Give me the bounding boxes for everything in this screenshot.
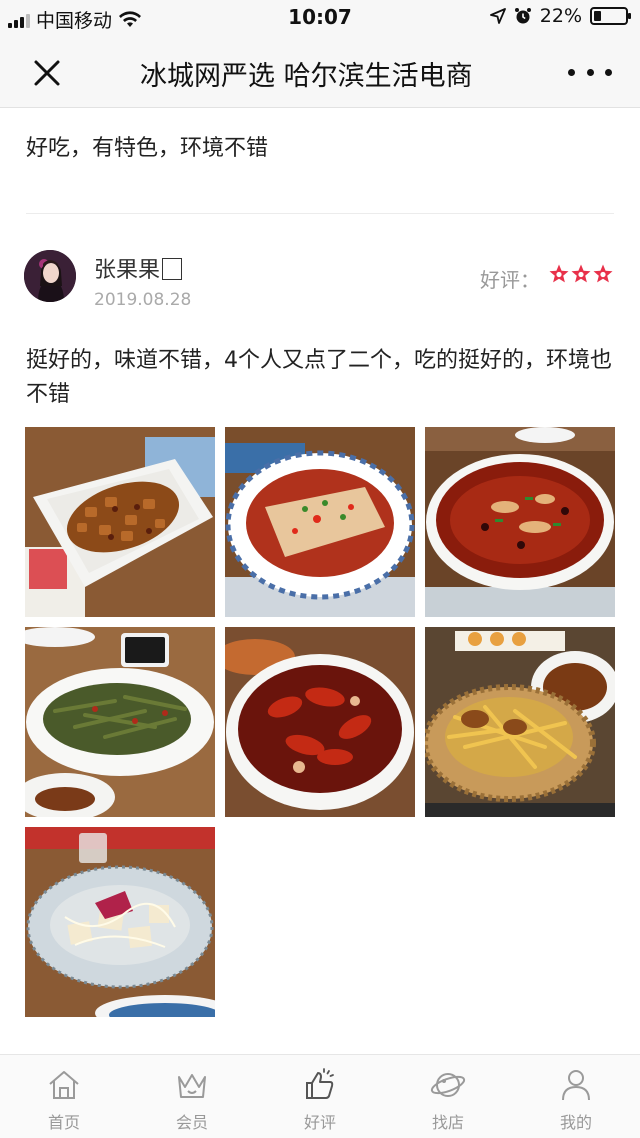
tofu-salad-photo[interactable] <box>25 827 215 1017</box>
status-bar: 中国移动 10:07 22% <box>0 0 640 36</box>
star-icon <box>549 264 569 283</box>
star-icon <box>593 264 613 283</box>
kung-pao-chicken-photo[interactable] <box>25 427 215 617</box>
spicy-crayfish-photo[interactable] <box>225 627 415 817</box>
thumbs-up-icon <box>306 1068 334 1099</box>
close-icon[interactable] <box>30 56 64 90</box>
page-title: 冰城网严选 哈尔滨生活电商 <box>140 61 473 92</box>
tab-home[interactable]: 首页 <box>0 1055 128 1138</box>
battery-percent: 22% <box>539 5 582 27</box>
tab-reviews-label: 好评 <box>303 1113 336 1132</box>
planet-icon <box>430 1073 466 1097</box>
star-icon <box>571 264 591 283</box>
more-options-icon[interactable] <box>568 58 612 86</box>
previous-review-text: 好吃，有特色，环境不错 <box>26 136 269 161</box>
boiled-fish-photo[interactable] <box>425 427 615 617</box>
battery-icon <box>590 7 631 25</box>
fried-green-beans-photo[interactable] <box>25 627 215 817</box>
tab-home-label: 首页 <box>47 1113 80 1132</box>
fries-basket-photo[interactable] <box>425 627 615 817</box>
nav-bar: 冰城网严选 哈尔滨生活电商 <box>0 36 640 108</box>
review-divider <box>26 213 614 214</box>
tab-member[interactable]: 会员 <box>128 1055 256 1138</box>
tab-find-store[interactable]: 找店 <box>384 1055 512 1138</box>
home-icon <box>49 1071 79 1099</box>
rating-stars <box>548 263 614 285</box>
tab-find-store-label: 找店 <box>431 1113 464 1132</box>
tab-mine-label: 我的 <box>559 1113 592 1132</box>
review-photo-grid <box>25 427 615 1017</box>
review-username: 张果果 <box>94 252 183 284</box>
location-arrow-icon <box>489 8 506 24</box>
tab-reviews[interactable]: 好评 <box>256 1055 384 1138</box>
person-icon <box>562 1070 590 1101</box>
review-date: 2019.08.28 <box>94 290 192 310</box>
tab-mine[interactable]: 我的 <box>512 1055 640 1138</box>
tab-member-label: 会员 <box>175 1113 208 1132</box>
rating-label: 好评： <box>480 268 540 292</box>
cold-noodle-chili-photo[interactable] <box>225 427 415 617</box>
review-text: 挺好的，味道不错，4个人又点了二个，吃的挺好的，环境也不错 <box>26 348 612 407</box>
emoji-placeholder-icon <box>162 258 183 280</box>
status-right: 22% <box>489 5 631 27</box>
bottom-tab-bar: 首页 会员 好评 找店 我的 <box>0 1054 640 1138</box>
alarm-icon <box>514 8 531 24</box>
avatar[interactable] <box>24 250 76 302</box>
crown-icon <box>178 1074 206 1098</box>
